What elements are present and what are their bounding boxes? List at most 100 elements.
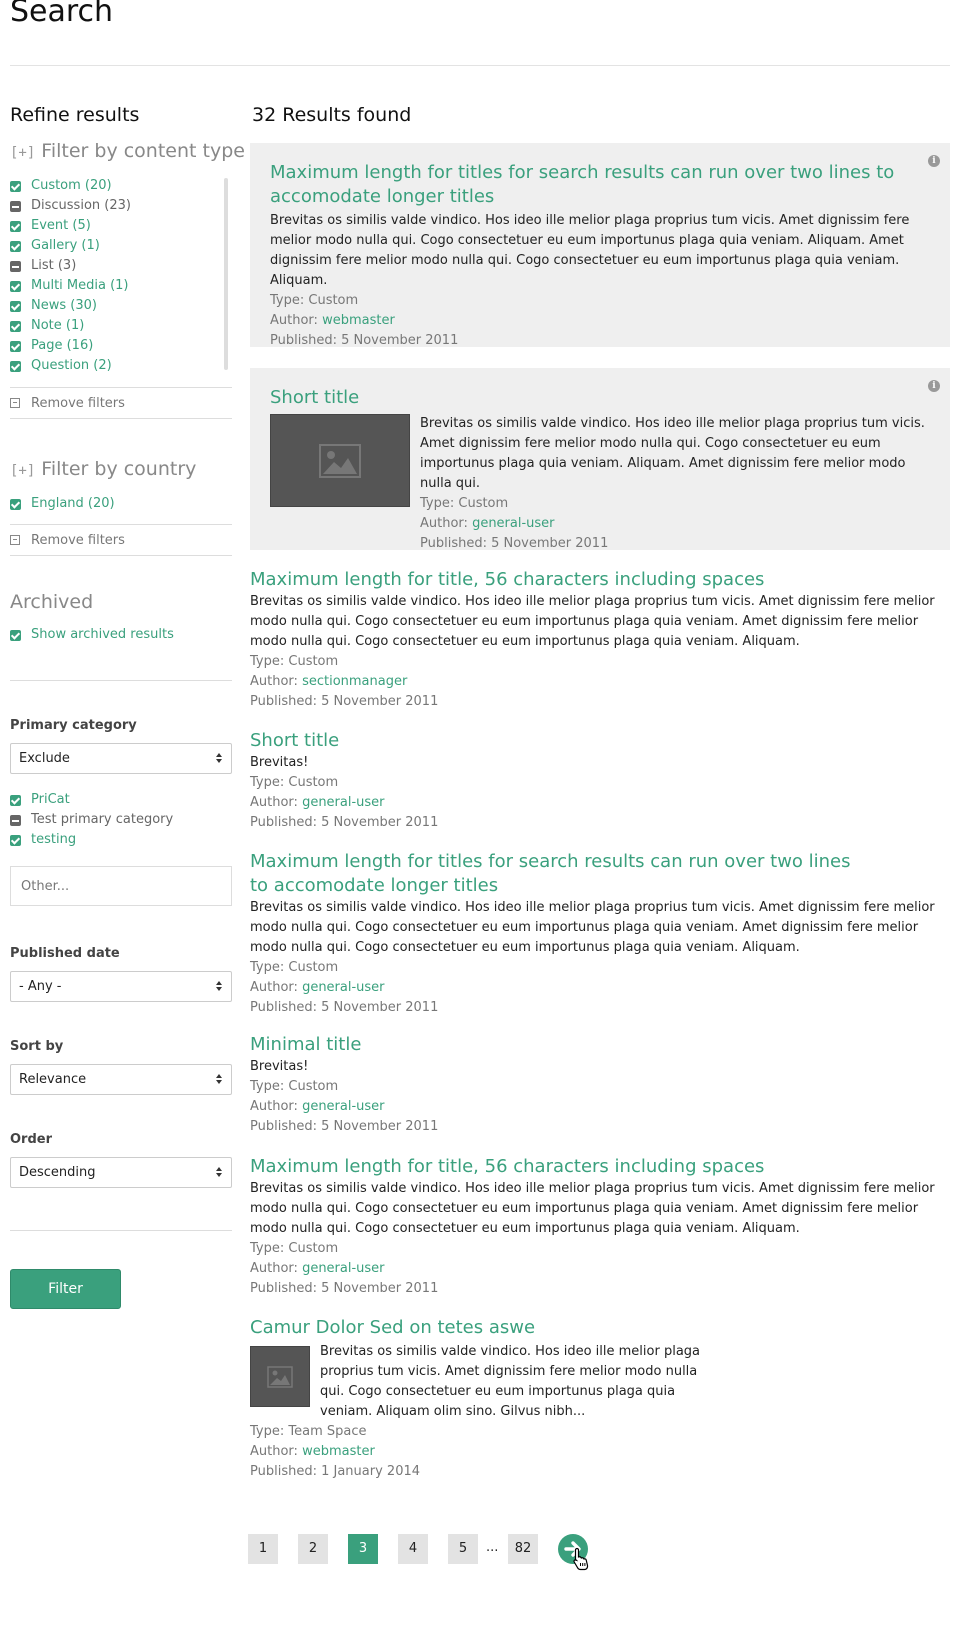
primary-category-option[interactable]: Test primary category <box>10 810 232 830</box>
checkbox-icon[interactable] <box>10 834 21 846</box>
checkbox-icon[interactable] <box>10 814 21 826</box>
result-author: Author: general-user <box>420 516 555 531</box>
content-type-option[interactable]: List (3) <box>10 256 232 276</box>
result-title-link[interactable]: Camur Dolor Sed on tetes aswe <box>250 1316 950 1340</box>
content-type-option[interactable]: Event (5) <box>10 216 232 236</box>
result-description: Brevitas os similis valde vindico. Hos i… <box>250 900 935 955</box>
published-date-select[interactable]: - Any - <box>10 971 232 1002</box>
image-placeholder-icon <box>267 1365 293 1388</box>
result-description: Brevitas os similis valde vindico. Hos i… <box>250 1181 935 1236</box>
result-title-link[interactable]: Maximum length for title, 56 characters … <box>250 1155 950 1179</box>
author-link[interactable]: sectionmanager <box>302 674 407 689</box>
result-published: Published: 5 November 2011 <box>420 536 609 551</box>
primary-category-list: PriCat Test primary category testing <box>10 790 232 850</box>
checkbox-icon[interactable] <box>10 340 21 352</box>
expand-toggle-icon[interactable]: [+] <box>10 145 35 161</box>
result-published: Published: 1 January 2014 <box>250 1464 421 1479</box>
content-type-option[interactable]: Custom (20) <box>10 176 232 196</box>
result-title-link[interactable]: Short title <box>270 386 930 410</box>
search-result: Short title Brevitas! Type: Custom Autho… <box>250 729 950 833</box>
result-title-link[interactable]: Maximum length for titles for search res… <box>250 850 950 898</box>
search-result: Maximum length for titles for search res… <box>250 850 950 1018</box>
search-result: Maximum length for title, 56 characters … <box>250 568 950 712</box>
author-link[interactable]: webmaster <box>302 1444 375 1459</box>
current-page-button[interactable]: 3 <box>348 1534 378 1564</box>
order-label: Order <box>10 1132 52 1147</box>
result-published: Published: 5 November 2011 <box>250 1281 439 1296</box>
result-author: Author: webmaster <box>270 313 395 328</box>
page-title: Search <box>10 0 114 29</box>
hand-cursor-icon <box>573 1547 589 1571</box>
search-result: Minimal title Brevitas! Type: Custom Aut… <box>250 1033 950 1137</box>
page-button[interactable]: 2 <box>298 1534 328 1564</box>
content-type-option[interactable]: News (30) <box>10 296 232 316</box>
author-link[interactable]: general-user <box>302 980 384 995</box>
result-type: Type: Custom <box>250 775 339 790</box>
result-title-link[interactable]: Minimal title <box>250 1033 950 1057</box>
checkbox-icon[interactable] <box>10 240 21 252</box>
checkbox-icon[interactable] <box>10 320 21 332</box>
content-type-list: Custom (20) Discussion (23) Event (5) Ga… <box>10 176 232 376</box>
result-author: Author: sectionmanager <box>250 674 408 689</box>
author-link[interactable]: general-user <box>302 795 384 810</box>
checkbox-icon[interactable] <box>10 200 21 212</box>
primary-category-option[interactable]: testing <box>10 830 232 850</box>
checkbox-icon[interactable] <box>10 300 21 312</box>
content-type-option[interactable]: Discussion (23) <box>10 196 232 216</box>
content-type-option[interactable]: Question (2) <box>10 356 232 376</box>
primary-category-select[interactable]: Exclude <box>10 743 232 774</box>
result-description: Brevitas os similis valde vindico. Hos i… <box>320 1344 701 1419</box>
content-type-option[interactable]: Gallery (1) <box>10 236 232 256</box>
info-icon[interactable]: i <box>928 380 940 392</box>
result-type: Type: Team Space <box>250 1424 367 1439</box>
country-option[interactable]: England (20) <box>10 494 232 514</box>
page-button[interactable]: 4 <box>398 1534 428 1564</box>
author-link[interactable]: webmaster <box>322 313 395 328</box>
page-button[interactable]: 5 <box>448 1534 478 1564</box>
result-title-link[interactable]: Maximum length for titles for search res… <box>270 161 930 209</box>
result-description: Brevitas os similis valde vindico. Hos i… <box>270 213 910 288</box>
checkbox-icon[interactable] <box>10 260 21 272</box>
collapse-icon <box>10 398 20 408</box>
title-divider <box>10 65 950 66</box>
pagination-ellipsis: ... <box>486 1540 499 1555</box>
author-link[interactable]: general-user <box>302 1099 384 1114</box>
result-type: Type: Custom <box>250 654 339 669</box>
checkbox-icon[interactable] <box>10 498 21 510</box>
content-type-option[interactable]: Note (1) <box>10 316 232 336</box>
result-thumbnail[interactable] <box>270 414 410 507</box>
primary-category-option[interactable]: PriCat <box>10 790 232 810</box>
result-title-link[interactable]: Maximum length for title, 56 characters … <box>250 568 950 592</box>
checkbox-icon[interactable] <box>10 220 21 232</box>
checkbox-icon[interactable] <box>10 180 21 192</box>
country-filter-header[interactable]: [+] Filter by country <box>10 458 196 480</box>
remove-content-type-filters[interactable]: Remove filters <box>10 387 232 419</box>
other-category-input[interactable] <box>10 866 232 906</box>
author-link[interactable]: general-user <box>472 516 554 531</box>
order-select[interactable]: Descending <box>10 1157 232 1188</box>
info-icon[interactable]: i <box>928 155 940 167</box>
result-description: Brevitas os similis valde vindico. Hos i… <box>420 416 925 491</box>
remove-country-filters[interactable]: Remove filters <box>10 524 232 556</box>
content-type-option[interactable]: Page (16) <box>10 336 232 356</box>
result-title-link[interactable]: Short title <box>250 729 950 753</box>
content-type-filter-header[interactable]: [+] Filter by content type <box>10 140 245 162</box>
result-thumbnail[interactable] <box>250 1346 310 1407</box>
content-type-option[interactable]: Multi Media (1) <box>10 276 232 296</box>
sort-by-select[interactable]: Relevance <box>10 1064 232 1095</box>
select-arrows-icon <box>216 1167 223 1178</box>
last-page-button[interactable]: 82 <box>508 1534 538 1564</box>
archived-list: Show archived results <box>10 625 232 645</box>
archived-heading: Archived <box>10 591 94 613</box>
country-list: England (20) <box>10 494 232 514</box>
checkbox-icon[interactable] <box>10 360 21 372</box>
author-link[interactable]: general-user <box>302 1261 384 1276</box>
show-archived-checkbox[interactable]: Show archived results <box>10 625 232 645</box>
expand-toggle-icon[interactable]: [+] <box>10 463 35 479</box>
checkbox-icon[interactable] <box>10 794 21 806</box>
content-type-scrollbar[interactable] <box>224 178 228 370</box>
checkbox-icon[interactable] <box>10 629 21 641</box>
page-button[interactable]: 1 <box>248 1534 278 1564</box>
filter-button[interactable]: Filter <box>10 1269 121 1309</box>
checkbox-icon[interactable] <box>10 280 21 292</box>
